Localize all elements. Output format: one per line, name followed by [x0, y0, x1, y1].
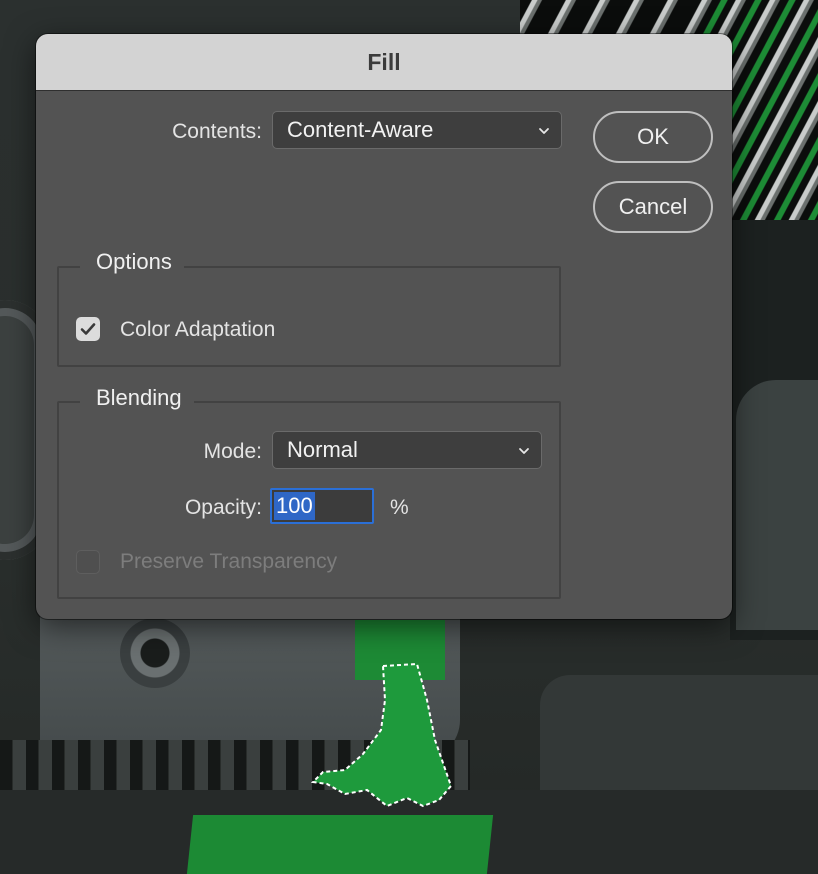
contents-select[interactable]: Content-Aware [272, 111, 562, 149]
opacity-label: Opacity: [184, 496, 262, 519]
canvas-metal-plate [736, 380, 818, 630]
mode-select[interactable]: Normal [272, 431, 542, 469]
color-adaptation-checkbox[interactable] [76, 317, 100, 341]
dialog-titlebar[interactable]: Fill [36, 34, 732, 91]
marquee-selection[interactable] [305, 660, 465, 810]
color-adaptation-label[interactable]: Color Adaptation [120, 318, 275, 342]
mode-label: Mode: [203, 440, 262, 463]
canvas-green-band [186, 815, 494, 874]
chevron-down-icon [519, 448, 529, 454]
opacity-value: 100 [274, 492, 315, 520]
options-legend: Options [80, 249, 184, 275]
fill-dialog: Fill Contents: Content-Aware OK Cancel O… [36, 34, 732, 619]
chevron-down-icon [539, 128, 549, 134]
preserve-transparency-checkbox[interactable] [76, 550, 100, 574]
dialog-title: Fill [367, 48, 401, 75]
opacity-unit: % [390, 496, 409, 519]
cancel-button[interactable]: Cancel [593, 181, 713, 233]
options-group [57, 266, 561, 367]
blending-legend: Blending [80, 385, 194, 411]
ok-button[interactable]: OK [593, 111, 713, 163]
contents-label: Contents: [172, 120, 262, 143]
checkmark-icon [80, 323, 96, 335]
contents-select-value: Content-Aware [287, 117, 434, 142]
opacity-input[interactable]: 100 [270, 488, 374, 524]
preserve-transparency-label: Preserve Transparency [120, 550, 338, 573]
mode-select-value: Normal [287, 437, 358, 462]
canvas-bolt [120, 618, 190, 688]
